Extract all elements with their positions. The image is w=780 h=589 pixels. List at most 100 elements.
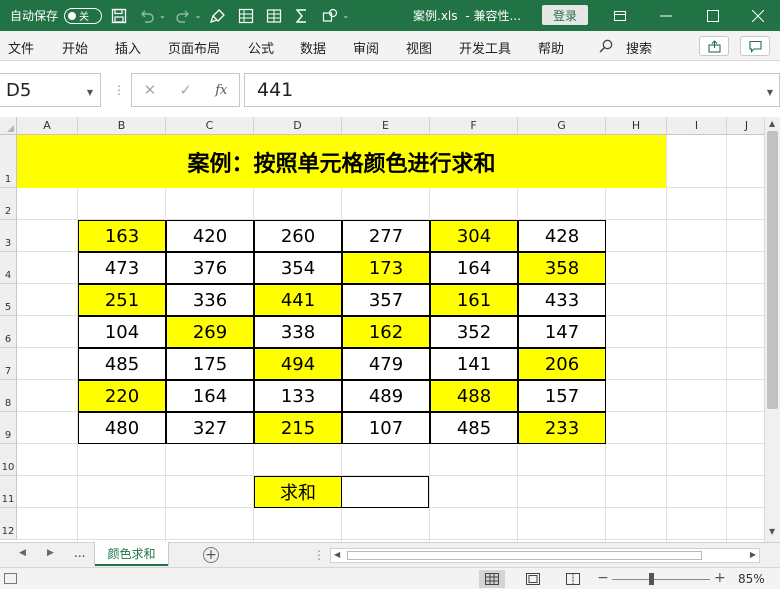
zoom-out-button[interactable]: − (597, 570, 609, 586)
cancel-icon[interactable]: ✕ (144, 81, 157, 99)
zoom-slider-thumb[interactable] (649, 573, 655, 585)
more-options-icon[interactable]: ⋮ (113, 83, 126, 97)
table-cell[interactable]: 485 (78, 348, 166, 380)
row-header-6[interactable]: 6 (0, 316, 17, 348)
table-cell[interactable]: 269 (166, 316, 254, 348)
table-cell[interactable]: 494 (254, 348, 342, 380)
login-button[interactable]: 登录 (542, 5, 588, 25)
maximize-icon[interactable] (693, 0, 733, 31)
tab-split-handle[interactable]: ⋮ (313, 548, 325, 562)
table-cell[interactable]: 260 (254, 220, 342, 252)
autosave-toggle[interactable]: 关 (64, 7, 103, 24)
scroll-left-icon[interactable]: ◀ (334, 550, 340, 559)
sum-value-cell[interactable] (341, 476, 429, 508)
table-cell[interactable]: 164 (430, 252, 518, 284)
table-cell[interactable]: 220 (78, 380, 166, 412)
macro-record-icon[interactable] (4, 573, 17, 584)
table-cell[interactable]: 485 (430, 412, 518, 444)
form-icon[interactable] (235, 5, 257, 27)
row-header-7[interactable]: 7 (0, 348, 17, 380)
tab-data[interactable]: 数据 (300, 38, 326, 57)
row-header-8[interactable]: 8 (0, 380, 17, 412)
zoom-level[interactable]: 85% (738, 572, 765, 586)
row-header-11[interactable]: 11 (0, 476, 17, 508)
select-all-button[interactable] (0, 117, 17, 135)
vertical-scrollbar[interactable]: ▲ ▼ (764, 117, 780, 542)
tab-home[interactable]: 开始 (62, 38, 88, 57)
column-header-i[interactable]: I (667, 117, 727, 135)
table-cell[interactable]: 433 (518, 284, 606, 316)
table-cell[interactable]: 141 (430, 348, 518, 380)
autosave[interactable]: 自动保存 关 (10, 7, 103, 24)
zoom-in-button[interactable]: + (714, 570, 726, 586)
column-header-g[interactable]: G (518, 117, 606, 135)
table-cell[interactable]: 473 (78, 252, 166, 284)
vertical-scroll-thumb[interactable] (767, 131, 778, 409)
undo-dropdown-icon[interactable]: ⌄ (159, 11, 166, 20)
sum-label-cell[interactable]: 求和 (254, 476, 342, 508)
table-cell[interactable]: 175 (166, 348, 254, 380)
column-header-j[interactable]: J (727, 117, 764, 135)
table-cell[interactable]: 133 (254, 380, 342, 412)
tab-page-layout[interactable]: 页面布局 (168, 38, 220, 57)
sheet-tab-active[interactable]: 颜色求和 (95, 542, 168, 566)
row-header-4[interactable]: 4 (0, 252, 17, 284)
customize-toolbar-icon[interactable]: ⌄ (342, 11, 349, 20)
tab-formulas[interactable]: 公式 (248, 38, 274, 57)
more-sheets-button[interactable]: ... (74, 546, 85, 560)
table-cell[interactable]: 277 (342, 220, 430, 252)
scroll-up-icon[interactable]: ▲ (769, 119, 775, 128)
search-icon[interactable] (599, 39, 613, 53)
table-cell[interactable]: 107 (342, 412, 430, 444)
page-layout-view-button[interactable] (520, 570, 546, 588)
table-cell[interactable]: 352 (430, 316, 518, 348)
worksheet-grid[interactable]: A B C D E F G H I J 1 2 3 4 5 6 7 8 9 10 11 12 案例：按照单元格颜色进行求和 1… (0, 117, 764, 542)
tab-file[interactable]: 文件 (8, 38, 34, 57)
table-cell[interactable]: 162 (342, 316, 430, 348)
prev-sheet-icon[interactable]: ◀ (19, 548, 26, 558)
undo-icon[interactable] (136, 5, 158, 27)
column-header-b[interactable]: B (78, 117, 166, 135)
zoom-slider-track[interactable] (612, 579, 710, 580)
table-cell[interactable]: 357 (342, 284, 430, 316)
table-cell[interactable]: 104 (78, 316, 166, 348)
search-label[interactable]: 搜索 (626, 38, 652, 57)
column-header-c[interactable]: C (166, 117, 254, 135)
table-cell[interactable]: 161 (430, 284, 518, 316)
row-header-2[interactable]: 2 (0, 188, 17, 220)
redo-dropdown-icon[interactable]: ⌄ (195, 11, 202, 20)
minimize-icon[interactable] (646, 0, 686, 31)
table-icon[interactable] (263, 5, 285, 27)
table-cell[interactable]: 327 (166, 412, 254, 444)
insert-function-icon[interactable]: fx (215, 83, 227, 98)
tab-insert[interactable]: 插入 (115, 38, 141, 57)
tab-developer[interactable]: 开发工具 (459, 38, 511, 57)
name-box[interactable]: D5 ▼ (0, 73, 101, 107)
table-cell[interactable]: 420 (166, 220, 254, 252)
scroll-right-icon[interactable]: ▶ (750, 550, 756, 559)
next-sheet-icon[interactable]: ▶ (47, 548, 54, 558)
column-header-d[interactable]: D (254, 117, 342, 135)
table-cell[interactable]: 147 (518, 316, 606, 348)
table-cell[interactable]: 163 (78, 220, 166, 252)
column-header-h[interactable]: H (606, 117, 667, 135)
table-cell[interactable]: 428 (518, 220, 606, 252)
expand-formula-icon[interactable]: ▼ (767, 88, 773, 97)
tab-view[interactable]: 视图 (406, 38, 432, 57)
column-header-e[interactable]: E (342, 117, 430, 135)
comments-button[interactable] (740, 36, 770, 56)
share-button[interactable] (699, 36, 729, 56)
table-cell[interactable]: 206 (518, 348, 606, 380)
scroll-down-icon[interactable]: ▼ (769, 527, 775, 536)
table-cell[interactable]: 157 (518, 380, 606, 412)
row-header-3[interactable]: 3 (0, 220, 17, 252)
horizontal-scrollbar[interactable]: ◀ ▶ (330, 548, 760, 563)
horizontal-scroll-thumb[interactable] (347, 551, 702, 560)
row-header-9[interactable]: 9 (0, 412, 17, 444)
tab-help[interactable]: 帮助 (538, 38, 564, 57)
table-cell[interactable]: 233 (518, 412, 606, 444)
formula-input[interactable]: 441 ▼ (244, 73, 780, 107)
table-cell[interactable]: 480 (78, 412, 166, 444)
column-header-f[interactable]: F (430, 117, 518, 135)
table-cell[interactable]: 358 (518, 252, 606, 284)
